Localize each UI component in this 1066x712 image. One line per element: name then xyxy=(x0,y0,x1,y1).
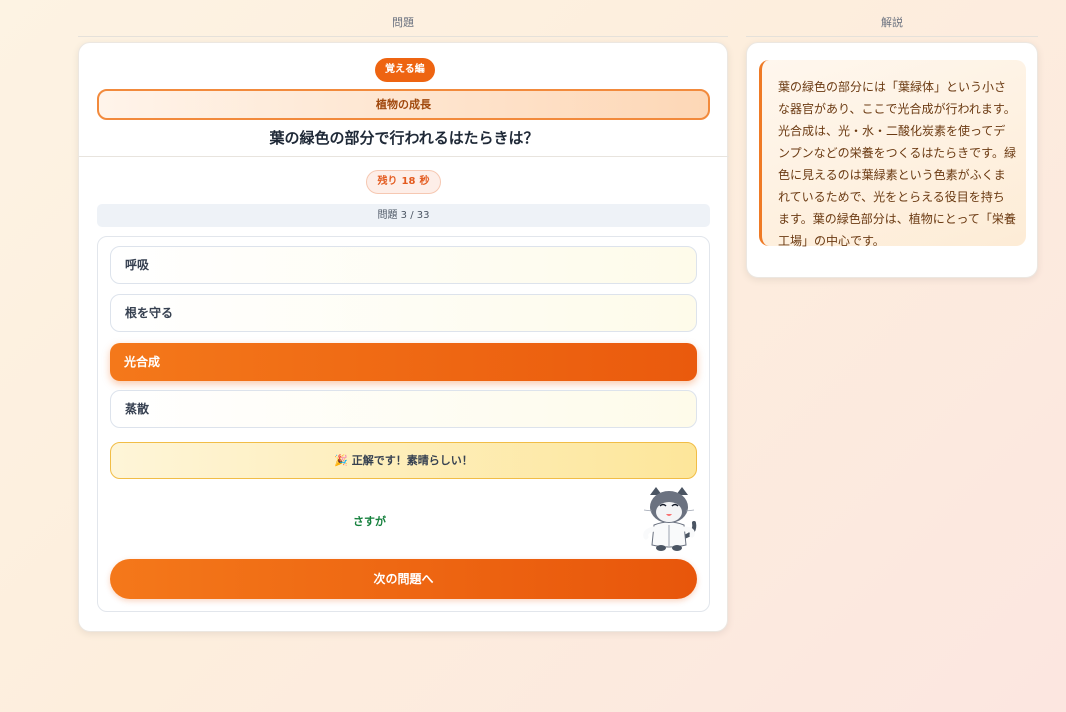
mode-badge: 覚える編 xyxy=(375,58,435,82)
cat-mascot-icon xyxy=(643,487,697,551)
feedback-text: 正解です！素晴らしい！ xyxy=(351,454,473,467)
timer-prefix: 残り xyxy=(377,176,398,187)
next-question-button[interactable]: 次の問題へ xyxy=(110,559,697,599)
timer-seconds: 18 xyxy=(401,176,416,187)
timer-badge: 残り 18 秒 xyxy=(366,170,441,194)
progress-indicator: 問題 3 / 33 xyxy=(97,204,710,227)
options-panel: 呼吸 根を守る 光合成 蒸散 🎉 正解です！素晴らしい！ さすが 次の問題へ xyxy=(97,236,710,612)
question-text: 葉の緑色の部分で行われるはたらきは？ xyxy=(269,129,539,147)
topic-bar: 植物の成長 xyxy=(97,89,710,120)
mascot-comment: さすが xyxy=(353,515,386,528)
explanation-column-label: 解説 xyxy=(746,14,1038,37)
option-1[interactable]: 呼吸 xyxy=(110,246,697,284)
option-3-selected[interactable]: 光合成 xyxy=(110,343,697,381)
timer-unit: 秒 xyxy=(419,176,430,187)
explanation-card: 葉の緑色の部分には「葉緑体」という小さな器官があり、ここで光合成が行われます。光… xyxy=(746,42,1038,278)
quiz-card: 覚える編 植物の成長 葉の緑色の部分で行われるはたらきは？ 残り 18 秒 問題 3… xyxy=(78,42,729,632)
feedback-banner: 🎉 正解です！素晴らしい！ xyxy=(110,442,697,479)
divider xyxy=(79,156,729,157)
option-2[interactable]: 根を守る xyxy=(110,294,697,332)
option-4[interactable]: 蒸散 xyxy=(110,390,697,428)
question-column-label: 問題 xyxy=(78,14,728,37)
party-icon: 🎉 xyxy=(334,454,348,467)
explanation-text: 葉の緑色の部分には「葉緑体」という小さな器官があり、ここで光合成が行われます。光… xyxy=(759,60,1026,248)
